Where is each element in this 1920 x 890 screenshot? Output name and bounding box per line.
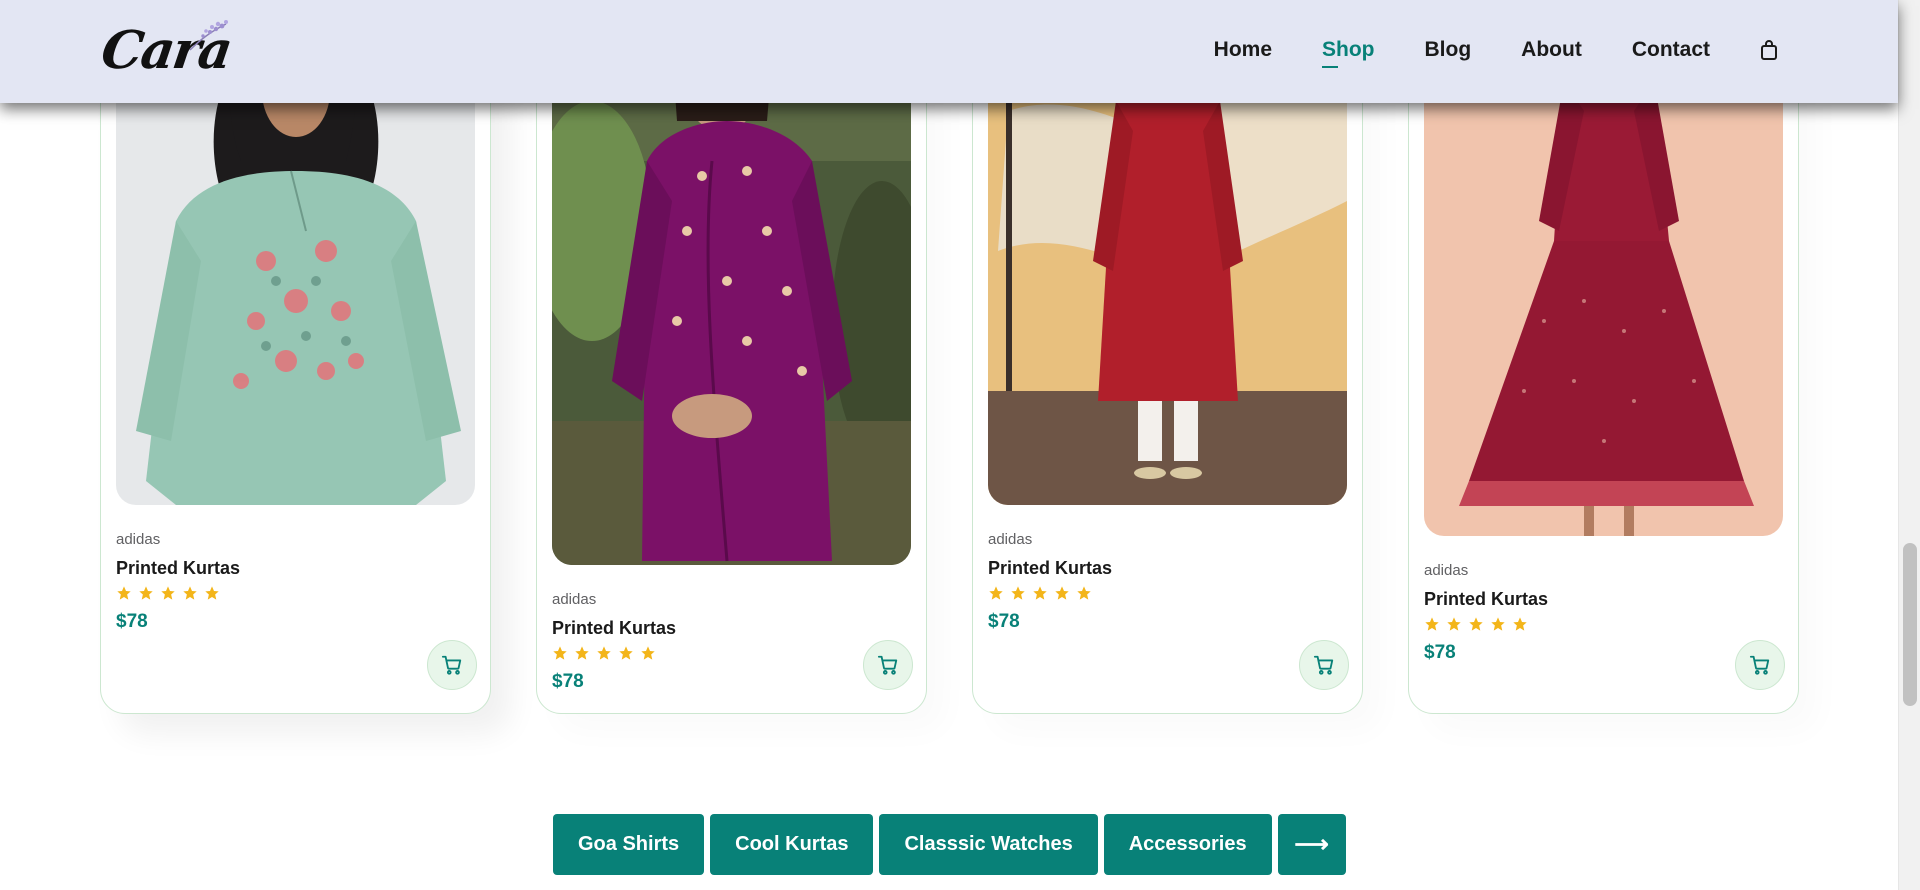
lavender-sprig-icon [189,20,228,51]
star-icon [1077,586,1091,600]
page-button-classic-watches[interactable]: Classsic Watches [879,814,1098,875]
nav-shop[interactable]: Shop [1322,38,1375,68]
product-card[interactable]: adidas Printed Kurtas $78 [972,0,1363,714]
star-rating [552,645,676,661]
product-price: $78 [988,611,1020,632]
cart-icon [877,655,898,675]
nav-blog[interactable]: Blog [1425,38,1472,62]
product-price: $78 [116,611,148,632]
page-button-accessories[interactable]: Accessories [1103,814,1272,875]
star-icon [1055,586,1069,600]
star-rating [988,585,1112,601]
product-name[interactable]: Printed Kurtas [116,558,240,579]
product-description: adidas Printed Kurtas $78 [1424,562,1548,664]
star-icon [205,586,219,600]
cart-icon [441,655,462,675]
nav-about[interactable]: About [1521,38,1582,62]
product-card[interactable]: adidas Printed Kurtas $78 [1408,0,1799,714]
star-icon [1425,617,1439,631]
product-name[interactable]: Printed Kurtas [552,618,676,639]
star-icon [117,586,131,600]
add-to-cart-button[interactable] [1299,640,1349,690]
star-icon [575,646,589,660]
star-rating [116,585,240,601]
product-brand: adidas [552,591,597,608]
arrow-right-icon: ⟶ [1294,831,1329,858]
product-grid: adidas Printed Kurtas $78 adidas Printed… [100,0,1800,715]
product-price: $78 [1424,642,1456,663]
nav-bag[interactable] [1760,39,1778,61]
cart-icon [1749,655,1770,675]
star-icon [1469,617,1483,631]
product-description: adidas Printed Kurtas $78 [552,591,676,693]
cara-logo[interactable]: Cara [98,18,234,81]
product-description: adidas Printed Kurtas $78 [116,531,240,633]
star-icon [161,586,175,600]
page: Cara Home Shop Blog About Contact adidas… [0,0,1920,890]
star-icon [1033,586,1047,600]
page-scrollbar[interactable] [1898,0,1920,890]
star-icon [139,586,153,600]
scrollbar-thumb[interactable] [1903,543,1917,706]
page-button-cool-kurtas[interactable]: Cool Kurtas [710,814,874,875]
cart-icon [1313,655,1334,675]
product-brand: adidas [116,531,161,548]
site-header: Cara Home Shop Blog About Contact [0,0,1898,103]
bag-icon [1761,40,1777,60]
star-icon [553,646,567,660]
product-card[interactable]: adidas Printed Kurtas $78 [536,0,927,714]
product-brand: adidas [988,531,1033,548]
product-description: adidas Printed Kurtas $78 [988,531,1112,633]
product-brand: adidas [1424,562,1469,579]
star-icon [597,646,611,660]
star-icon [1447,617,1461,631]
add-to-cart-button[interactable] [1735,640,1785,690]
product-name[interactable]: Printed Kurtas [1424,589,1548,610]
add-to-cart-button[interactable] [427,640,477,690]
add-to-cart-button[interactable] [863,640,913,690]
next-page-button[interactable]: ⟶ [1277,814,1346,875]
pagination: Goa Shirts Cool Kurtas Classsic Watches … [553,814,1346,875]
main-nav: Home Shop Blog About Contact [1214,0,1778,100]
star-rating [1424,616,1548,632]
star-icon [183,586,197,600]
nav-home[interactable]: Home [1214,38,1272,62]
product-name[interactable]: Printed Kurtas [988,558,1112,579]
product-card[interactable]: adidas Printed Kurtas $78 [100,0,491,714]
nav-contact[interactable]: Contact [1632,38,1710,62]
star-icon [619,646,633,660]
product-price: $78 [552,671,584,692]
star-icon [1491,617,1505,631]
star-icon [1011,586,1025,600]
star-icon [1513,617,1527,631]
star-icon [989,586,1003,600]
star-icon [641,646,655,660]
page-button-goa-shirts[interactable]: Goa Shirts [553,814,705,875]
